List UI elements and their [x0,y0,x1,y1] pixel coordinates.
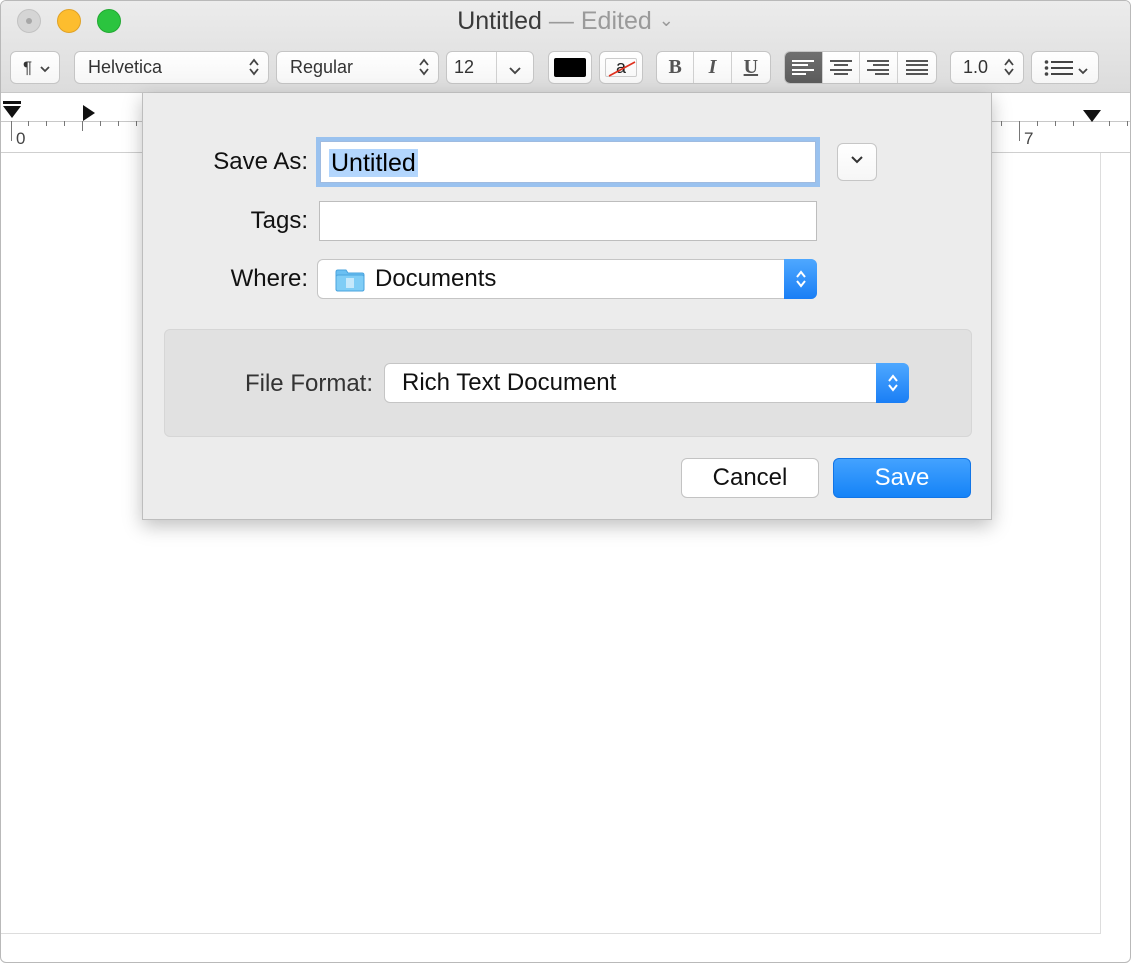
titlebar-toolbar: Untitled — Edited ⌄ ¶ Helvetica Regular [1,1,1130,93]
tab-stop-marker[interactable] [83,105,95,121]
align-center-icon [829,59,852,76]
page-right-edge [1100,153,1101,933]
paragraph-mark: ¶ [23,57,33,77]
font-style-popup[interactable]: Regular [276,51,439,84]
save-button[interactable]: Save [833,458,971,498]
save-as-field[interactable]: Untitled [320,141,816,183]
right-margin-marker[interactable] [1083,110,1101,122]
bulleted-list-icon [1044,59,1074,82]
cancel-button[interactable]: Cancel [681,458,819,498]
chevron-down-icon[interactable] [508,61,522,82]
paragraph-style-button[interactable]: ¶ [10,51,60,84]
up-down-arrows-icon [248,57,260,77]
ruler-tick [136,121,137,126]
first-line-indent-bar[interactable] [3,101,21,104]
tags-field[interactable] [319,201,817,241]
italic-button[interactable]: I [694,52,732,83]
chevron-down-icon: ⌄ [658,10,674,30]
ruler-tick [1073,121,1074,126]
text-color-button[interactable] [548,51,592,84]
align-left-button[interactable] [785,52,823,83]
ruler-tick [11,121,12,141]
ruler-tick [1001,121,1002,126]
left-indent-marker[interactable] [3,106,21,118]
justify-button[interactable] [898,52,936,83]
align-center-button[interactable] [823,52,860,83]
font-style-value: Regular [290,57,354,77]
save-as-label: Save As: [213,148,308,175]
file-format-value: Rich Text Document [402,369,617,396]
save-as-value: Untitled [329,149,418,177]
where-label: Where: [230,265,308,292]
ruler-tick [1055,121,1056,126]
ruler-tick [118,121,119,126]
file-format-label: File Format: [244,370,373,397]
highlight-color-button[interactable]: a [599,51,643,84]
chevron-down-icon [1077,61,1089,82]
file-format-popup[interactable]: Rich Text Document [384,363,909,403]
bold-button[interactable]: B [657,52,695,83]
justify-icon [905,59,928,76]
where-popup[interactable]: Documents [317,259,817,299]
up-down-arrows-icon [876,363,909,403]
up-down-arrows-icon [784,259,817,299]
title-separator: — [548,7,574,35]
align-right-button[interactable] [860,52,898,83]
align-right-icon [867,59,890,76]
highlight-swatch: a [605,58,637,77]
align-left-icon [792,59,815,76]
combo-divider [496,52,497,83]
document-title: Untitled [457,7,542,35]
ruler-tick [100,121,101,126]
font-size-combo[interactable]: 12 [446,51,534,84]
expand-dialog-button[interactable] [837,143,877,181]
ruler-tick [82,121,83,131]
ruler-tick [1037,121,1038,126]
folder-icon [335,268,365,299]
ruler-tick [1127,121,1128,126]
text-style-group: B I U [656,51,771,84]
ruler-tick [1109,121,1110,126]
underline-button[interactable]: U [732,52,770,83]
ruler-tick [46,121,47,126]
font-family-value: Helvetica [88,57,163,77]
ruler-tick [64,121,65,126]
edited-status: Edited [580,7,652,35]
ruler-tick [28,121,29,126]
chevron-down-icon [39,59,51,80]
save-dialog: Save As: Untitled Tags: Where: Documents [142,93,992,520]
page-bottom-edge [1,933,1101,934]
ruler-tick [1019,121,1020,141]
textedit-window: Untitled — Edited ⌄ ¶ Helvetica Regular [0,0,1131,963]
ruler-number-0: 0 [16,129,26,148]
line-spacing-popup[interactable]: 1.0 [950,51,1024,84]
font-family-popup[interactable]: Helvetica [74,51,269,84]
chevron-down-icon [849,153,865,171]
line-spacing-value: 1.0 [963,57,989,77]
where-value: Documents [375,265,497,292]
window-title[interactable]: Untitled — Edited ⌄ [1,5,1130,37]
list-bullets-button[interactable] [1031,51,1099,84]
tags-label: Tags: [250,207,308,234]
ruler-number-7: 7 [1024,129,1034,148]
up-down-arrows-icon [418,57,430,77]
up-down-arrows-icon [1003,57,1015,77]
font-size-value: 12 [454,57,475,77]
text-color-swatch [554,58,586,77]
alignment-group [784,51,937,84]
file-format-panel: File Format: Rich Text Document [164,329,972,437]
